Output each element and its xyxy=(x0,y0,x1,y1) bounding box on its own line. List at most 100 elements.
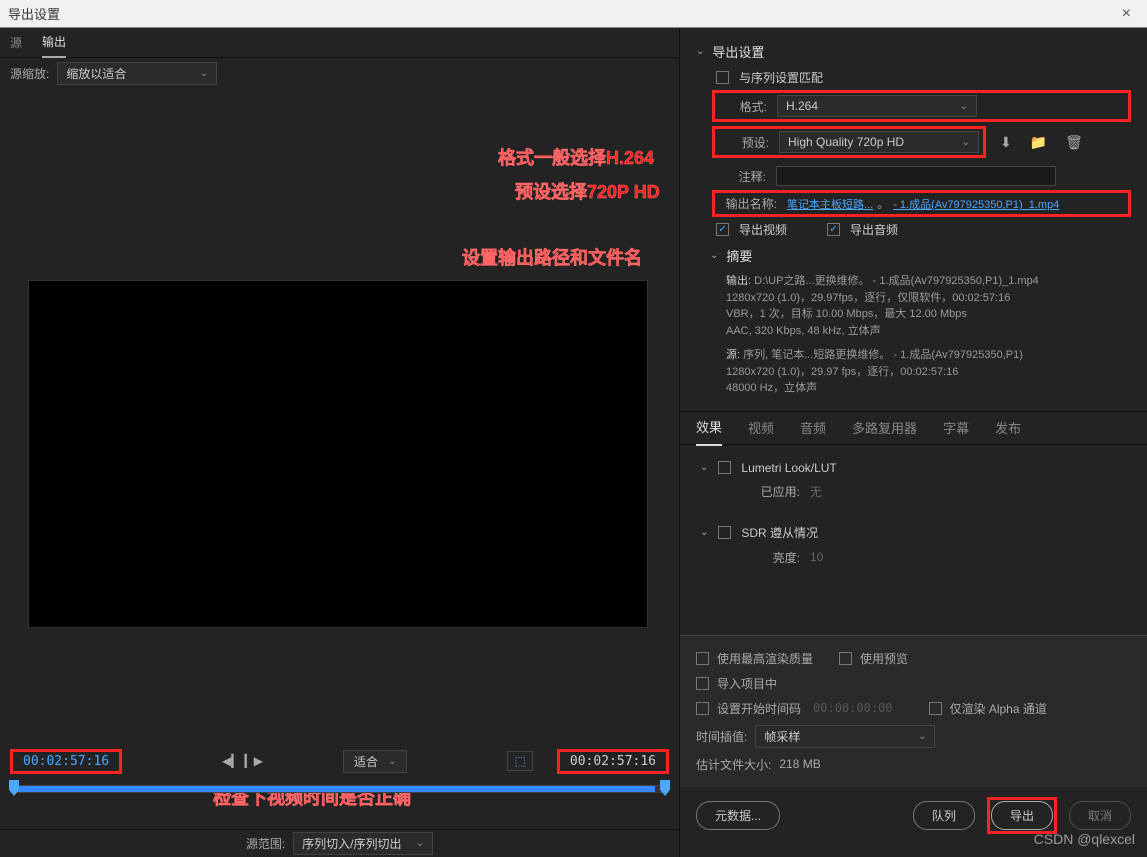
tab-publish[interactable]: 发布 xyxy=(995,410,1021,445)
max-render-row: 使用最高渲染质量 使用预览 xyxy=(696,646,1131,671)
timecode-out[interactable]: 00:02:57:16 xyxy=(564,752,662,771)
summary-output-l2: 1280x720 (1.0)，29.97fps，逐行，仅限软件，00:02:57… xyxy=(726,292,1010,304)
summary-output-l3: VBR，1 次，目标 10.00 Mbps，最大 12.00 Mbps xyxy=(726,308,967,320)
video-preview[interactable] xyxy=(28,280,648,628)
out-point-handle[interactable] xyxy=(660,780,670,796)
delete-preset-icon[interactable]: 🗑 xyxy=(1061,132,1087,153)
render-alpha-label: 仅渲染 Alpha 通道 xyxy=(950,700,1047,717)
cancel-button[interactable]: 取消 xyxy=(1069,801,1131,830)
summary-output-l1: D:\UP之路...更换维修。 - 1.成品(Av797925350,P1)_1… xyxy=(754,275,1039,287)
tab-video[interactable]: 视频 xyxy=(748,410,774,445)
export-av-row: 导出视频 导出音频 xyxy=(716,217,1131,242)
summary-header[interactable]: ⌄ 摘要 xyxy=(710,242,1131,269)
summary-title: 摘要 xyxy=(726,246,752,265)
timeline-scrubber[interactable] xyxy=(10,785,669,793)
prev-frame-icon[interactable]: ◀▎ xyxy=(222,754,240,768)
render-alpha-checkbox[interactable] xyxy=(929,702,942,715)
output-name-link[interactable]: 笔记本主板短路...。- 1.成品(Av797925350,P1)_1.mp4 xyxy=(787,195,1059,212)
twirl-down-icon: ⌄ xyxy=(696,46,704,57)
lumetri-applied-row: 已应用: 无 xyxy=(700,479,1127,504)
tab-source[interactable]: 源 xyxy=(10,28,22,57)
tab-output[interactable]: 输出 xyxy=(42,27,66,58)
output-name-label: 输出名称: xyxy=(717,195,777,212)
left-panel: 源 输出 源缩放: 缩放以适合 ⌄ 格式一般选择H.264 预设选择720P H… xyxy=(0,28,680,857)
max-render-checkbox[interactable] xyxy=(696,652,709,665)
start-tc-checkbox[interactable] xyxy=(696,702,709,715)
sdr-checkbox[interactable] xyxy=(718,526,731,539)
start-tc-label: 设置开始时间码 xyxy=(717,700,801,717)
summary-source-l2: 1280x720 (1.0)，29.97 fps，逐行，00:02:57:16 xyxy=(726,366,958,378)
preset-dropdown[interactable]: High Quality 720p HD ⌄ xyxy=(779,131,979,153)
lumetri-section: ⌄ Lumetri Look/LUT 已应用: 无 xyxy=(700,457,1127,504)
time-interp-dropdown[interactable]: 帧采样 ⌄ xyxy=(755,725,935,748)
in-point-handle[interactable] xyxy=(9,780,19,796)
start-tc-row: 设置开始时间码 00:00:00:00 仅渲染 Alpha 通道 xyxy=(696,696,1131,721)
comment-row: 注释: xyxy=(716,162,1131,190)
sdr-label: SDR 遵从情况 xyxy=(741,524,818,541)
export-settings-header[interactable]: ⌄ 导出设置 xyxy=(696,38,1131,65)
source-range-dropdown[interactable]: 序列切入/序列切出 ⌄ xyxy=(293,832,433,855)
tab-multiplexer[interactable]: 多路复用器 xyxy=(852,410,917,445)
metadata-button[interactable]: 元数据... xyxy=(696,801,780,830)
export-button[interactable]: 导出 xyxy=(991,801,1053,830)
chevron-down-icon: ⌄ xyxy=(200,68,208,79)
preview-area: 格式一般选择H.264 预设选择720P HD 设置输出路径和文件名 检查下视频… xyxy=(0,88,679,739)
chevron-down-icon: ⌄ xyxy=(416,838,424,849)
preset-highlight: 预设: High Quality 720p HD ⌄ xyxy=(712,126,986,158)
tab-captions[interactable]: 字幕 xyxy=(943,410,969,445)
scale-label: 源缩放: xyxy=(10,65,49,82)
sdr-header[interactable]: ⌄ SDR 遵从情况 xyxy=(700,520,1127,545)
import-preset-icon[interactable]: 📁 xyxy=(1026,132,1051,153)
comment-input[interactable] xyxy=(776,166,1056,186)
format-value: H.264 xyxy=(786,99,818,113)
save-preset-icon[interactable]: ⬇ xyxy=(996,132,1016,153)
nav-buttons: ◀▎ ▎▶ xyxy=(222,754,263,768)
format-dropdown[interactable]: H.264 ⌄ xyxy=(777,95,977,117)
export-video-checkbox[interactable] xyxy=(716,223,729,236)
scale-value: 缩放以适合 xyxy=(66,65,126,82)
use-preview-checkbox[interactable] xyxy=(839,652,852,665)
summary-source-l3: 48000 Hz，立体声 xyxy=(726,382,817,394)
lumetri-header[interactable]: ⌄ Lumetri Look/LUT xyxy=(700,457,1127,479)
chevron-down-icon: ⌄ xyxy=(962,137,970,148)
aspect-ratio-icon[interactable]: ⬚ xyxy=(507,751,532,771)
lumetri-label: Lumetri Look/LUT xyxy=(741,461,836,475)
queue-button[interactable]: 队列 xyxy=(913,801,975,830)
output-link-sep: 。 xyxy=(877,197,889,211)
import-project-checkbox[interactable] xyxy=(696,677,709,690)
time-interp-row: 时间插值: 帧采样 ⌄ xyxy=(696,721,1131,752)
format-label: 格式: xyxy=(717,98,767,115)
est-size-label: 估计文件大小: xyxy=(696,756,771,773)
source-output-tabs: 源 输出 xyxy=(0,28,679,58)
tab-effects[interactable]: 效果 xyxy=(696,409,722,446)
comment-label: 注释: xyxy=(716,168,766,185)
applied-label: 已应用: xyxy=(740,483,800,500)
scale-dropdown[interactable]: 缩放以适合 ⌄ xyxy=(57,62,217,85)
timecode-in[interactable]: 00:02:57:16 xyxy=(17,752,115,771)
tab-audio[interactable]: 音频 xyxy=(800,410,826,445)
close-icon[interactable]: × xyxy=(1114,5,1139,23)
settings-tab-strip: 效果 视频 音频 多路复用器 字幕 发布 xyxy=(680,411,1147,445)
fit-dropdown[interactable]: 适合 ⌄ xyxy=(343,750,407,773)
time-interp-value: 帧采样 xyxy=(764,728,800,745)
summary-output-l4: AAC, 320 Kbps, 48 kHz, 立体声 xyxy=(726,325,881,337)
twirl-down-icon: ⌄ xyxy=(700,462,708,473)
summary-source-l1: 序列, 笔记本...短路更换维修。 - 1.成品(Av797925350,P1) xyxy=(743,349,1023,361)
window-title: 导出设置 xyxy=(8,4,60,23)
applied-value[interactable]: 无 xyxy=(810,483,822,500)
source-range-value: 序列切入/序列切出 xyxy=(302,835,401,852)
export-audio-checkbox[interactable] xyxy=(827,223,840,236)
brightness-label: 亮度: xyxy=(740,549,800,566)
bottom-options: 使用最高渲染质量 使用预览 导入项目中 设置开始时间码 00:00:00:00 … xyxy=(680,635,1147,787)
twirl-down-icon: ⌄ xyxy=(700,527,708,538)
brightness-value[interactable]: 10 xyxy=(810,550,823,564)
summary-output-label: 输出: xyxy=(726,275,751,287)
export-audio-label: 导出音频 xyxy=(850,221,898,238)
match-sequence-checkbox[interactable] xyxy=(716,71,729,84)
next-frame-icon[interactable]: ▎▶ xyxy=(245,754,263,768)
summary-source-label: 源: xyxy=(726,349,740,361)
est-size-row: 估计文件大小: 218 MB xyxy=(696,752,1131,777)
import-project-label: 导入项目中 xyxy=(717,675,777,692)
lumetri-checkbox[interactable] xyxy=(718,461,731,474)
summary-output: 输出: D:\UP之路...更换维修。 - 1.成品(Av797925350,P… xyxy=(726,269,1131,343)
